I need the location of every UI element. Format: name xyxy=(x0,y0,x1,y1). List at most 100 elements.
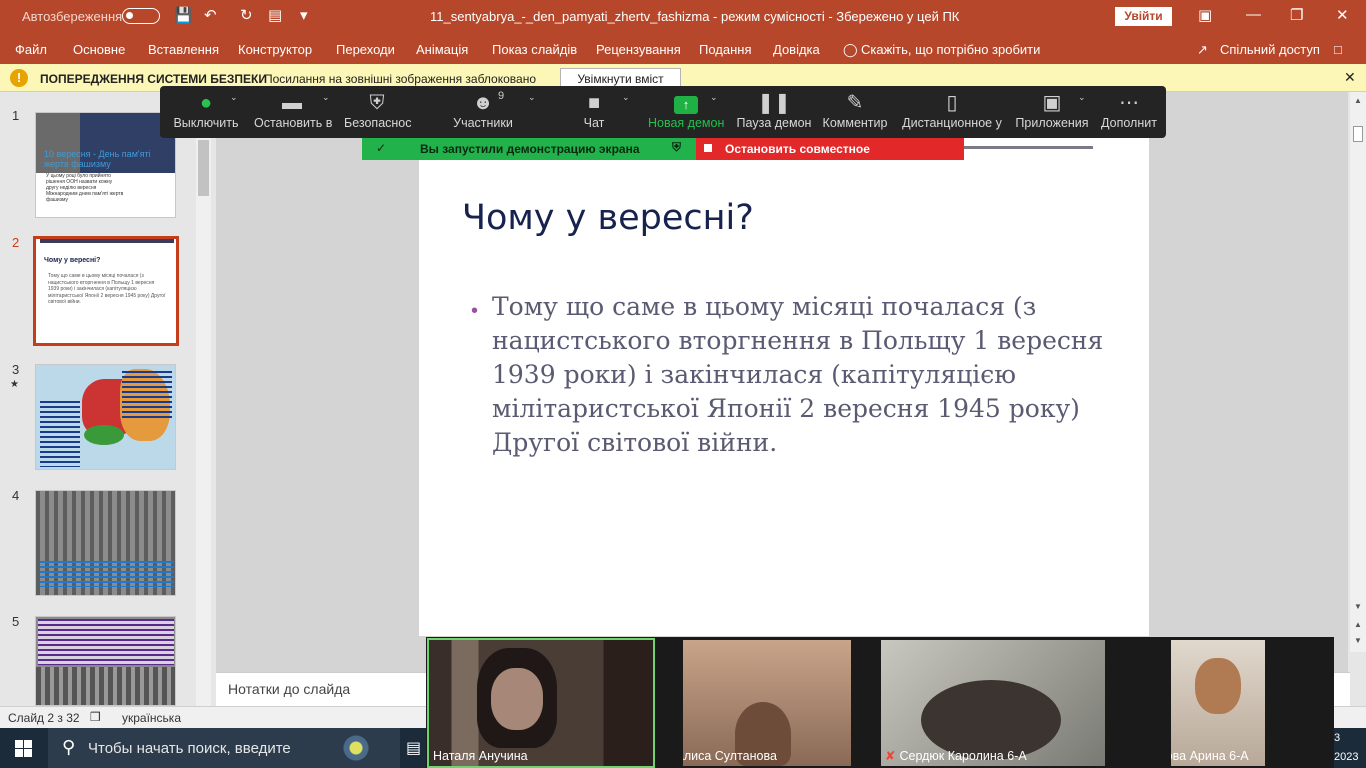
thumbnails-scrollbar[interactable] xyxy=(196,92,211,706)
spellcheck-icon[interactable]: ❒ xyxy=(90,710,101,724)
participant-name: Сердюк Каролина 6-А xyxy=(899,749,1027,763)
chevron-down-icon[interactable]: ⌄ xyxy=(322,92,330,103)
comments-icon[interactable]: □ xyxy=(1334,42,1342,57)
zoom-meeting-toolbar: ● Выключить ⌄ ▬ Остановить в ⌄ ⛨ Безопас… xyxy=(160,86,1166,138)
more-button[interactable]: ⋯ Дополнит xyxy=(1100,86,1158,138)
participant-name: Гончарова Арина 6-А xyxy=(1171,749,1249,763)
prev-slide-icon[interactable]: ▲ xyxy=(1354,620,1362,629)
chevron-down-icon[interactable]: ⌄ xyxy=(1078,92,1086,103)
share-button[interactable]: Спільний доступ xyxy=(1220,42,1320,57)
mute-button[interactable]: ● Выключить ⌄ xyxy=(172,86,240,138)
editor-scrollbar[interactable]: ▲ ▼ ▲ ▼ xyxy=(1350,92,1366,652)
search-icon: ⚲ xyxy=(62,737,76,757)
scroll-up-icon[interactable]: ▲ xyxy=(1354,96,1362,105)
thumbnail-slide-3[interactable] xyxy=(35,364,176,470)
participant-name: Наталя Анучина xyxy=(433,749,528,763)
thumbnail-slide-4[interactable] xyxy=(35,490,176,596)
notes-placeholder: Нотатки до слайда xyxy=(228,681,351,697)
thumb-number: 5 xyxy=(12,614,20,629)
slide-counter: Слайд 2 з 32 xyxy=(8,711,80,725)
tell-me-box[interactable]: Скажіть, що потрібно зробити xyxy=(861,42,1040,57)
tab-transitions[interactable]: Переходи xyxy=(336,42,395,57)
remote-control-button[interactable]: ▯ Дистанционное у xyxy=(902,86,1002,138)
stop-sharing-button[interactable]: Остановить совместное использование xyxy=(696,138,964,170)
pause-share-button[interactable]: ❚❚ Пауза демон xyxy=(736,86,812,138)
chevron-down-icon[interactable]: ⌄ xyxy=(230,92,238,103)
present-icon[interactable]: ▤ xyxy=(268,6,282,24)
tab-file[interactable]: Файл xyxy=(15,42,47,57)
tab-help[interactable]: Довідка xyxy=(773,42,820,57)
sharing-status-text: Вы запустили демонстрацию экрана xyxy=(420,142,640,156)
document-title: 11_sentyabrya_-_den_pamyati_zhertv_fashi… xyxy=(430,9,960,24)
redo-icon[interactable]: ↻ xyxy=(240,6,253,24)
thumb-title: 10 вересня - День пам'яті жертв фашизму xyxy=(44,149,151,169)
tab-view[interactable]: Подання xyxy=(699,42,752,57)
thumb-number-active: 2 xyxy=(12,235,20,250)
thumb-number: 4 xyxy=(12,488,20,503)
warning-icon: ! xyxy=(10,69,28,87)
tab-slideshow[interactable]: Показ слайдів xyxy=(492,42,577,57)
lightbulb-icon: ◯ xyxy=(843,42,858,57)
mouse-icon: ▯ xyxy=(946,92,958,114)
zoom-video-strip: Наталя Анучина ✘Алиса Султанова ✘Сердюк … xyxy=(426,637,1334,768)
slide-title[interactable]: Чому у вересні? xyxy=(462,198,754,238)
thumbnail-slide-1[interactable]: 10 вересня - День пам'яті жертв фашизму … xyxy=(35,112,176,218)
security-title: ПОПЕРЕДЖЕННЯ СИСТЕМИ БЕЗПЕКИ xyxy=(40,72,267,86)
minimize-icon[interactable]: — xyxy=(1246,6,1261,23)
participant-name-row: ✘Алиса Султанова xyxy=(683,748,777,763)
security-button[interactable]: ⛨ Безопаснос xyxy=(344,86,412,138)
tab-review[interactable]: Рецензування xyxy=(596,42,681,57)
participant-name-row: ✘Гончарова Арина 6-А xyxy=(1171,748,1249,763)
thumb-text-block xyxy=(122,371,172,421)
windows-start-icon[interactable] xyxy=(15,740,32,757)
chevron-down-icon[interactable]: ⌄ xyxy=(528,92,536,103)
task-view-icon[interactable]: ▤ xyxy=(406,738,421,758)
video-tile[interactable]: Наталя Анучина xyxy=(427,638,655,768)
save-icon[interactable]: 💾 xyxy=(174,6,193,24)
apps-button[interactable]: ▣ Приложения ⌄ xyxy=(1014,86,1090,138)
scroll-down-icon[interactable]: ▼ xyxy=(1354,602,1362,611)
slide-body-text[interactable]: Тому що саме в цьому місяці почалася (з … xyxy=(492,290,1132,460)
language-indicator[interactable]: українська xyxy=(122,711,181,725)
share-screen-icon: ↑ xyxy=(674,96,698,114)
undo-icon[interactable]: ↶ xyxy=(204,6,217,24)
stop-video-button[interactable]: ▬ Остановить в ⌄ xyxy=(254,86,332,138)
participants-button[interactable]: ☻ Участники 9 ⌄ xyxy=(450,86,535,138)
customize-qat-icon[interactable]: ▾ xyxy=(300,6,308,24)
autosave-toggle[interactable] xyxy=(122,8,160,24)
annotate-button[interactable]: ✎ Комментир xyxy=(822,86,888,138)
shield-icon: ⛨ xyxy=(369,92,385,114)
scroll-thumb[interactable] xyxy=(1353,126,1363,142)
tab-home[interactable]: Основне xyxy=(73,42,125,57)
tab-design[interactable]: Конструктор xyxy=(238,42,312,57)
animation-star-icon: ★ xyxy=(10,379,19,390)
stop-sharing-label: Остановить совместное использование xyxy=(725,142,870,170)
thumb-text: Тому що саме в цьому місяці почалася (з … xyxy=(48,273,166,305)
chevron-down-icon[interactable]: ⌄ xyxy=(710,92,718,103)
tray-time[interactable]: 3 xyxy=(1334,732,1340,744)
chat-button[interactable]: ■ Чат ⌄ xyxy=(574,86,630,138)
ribbon-display-icon[interactable]: ▣ xyxy=(1198,6,1212,24)
thumbnail-slide-2[interactable]: Чому у вересні? Тому що саме в цьому міс… xyxy=(33,236,179,346)
video-tile[interactable]: ✘Алиса Султанова xyxy=(683,640,851,766)
thumbnail-slide-5[interactable] xyxy=(35,616,176,706)
participants-icon: ☻ xyxy=(472,92,494,114)
signin-button[interactable]: Увійти xyxy=(1115,7,1172,26)
restore-icon[interactable]: ❐ xyxy=(1290,6,1303,24)
thumb-map-shape xyxy=(84,425,124,445)
new-share-button[interactable]: ↑ Новая демон ⌄ xyxy=(648,86,724,138)
search-placeholder: Чтобы начать поиск, введите xyxy=(88,740,291,757)
more-icon: ⋯ xyxy=(1119,92,1139,114)
close-icon[interactable]: ✕ xyxy=(1336,6,1349,24)
scroll-thumb[interactable] xyxy=(198,140,209,196)
search-highlight-icon xyxy=(318,733,394,763)
tab-animations[interactable]: Анімація xyxy=(416,42,468,57)
next-slide-icon[interactable]: ▼ xyxy=(1354,636,1362,645)
pin-icon[interactable]: ✓ xyxy=(376,141,386,155)
tab-insert[interactable]: Вставлення xyxy=(148,42,219,57)
video-tile[interactable]: ✘ Сердюк Каролина 6-А xyxy=(881,640,1105,766)
tray-date[interactable]: 2023 xyxy=(1334,751,1358,763)
close-warning-icon[interactable]: ✕ xyxy=(1344,69,1356,86)
chevron-down-icon[interactable]: ⌄ xyxy=(622,92,630,103)
video-tile[interactable]: ✘Гончарова Арина 6-А xyxy=(1171,640,1265,766)
